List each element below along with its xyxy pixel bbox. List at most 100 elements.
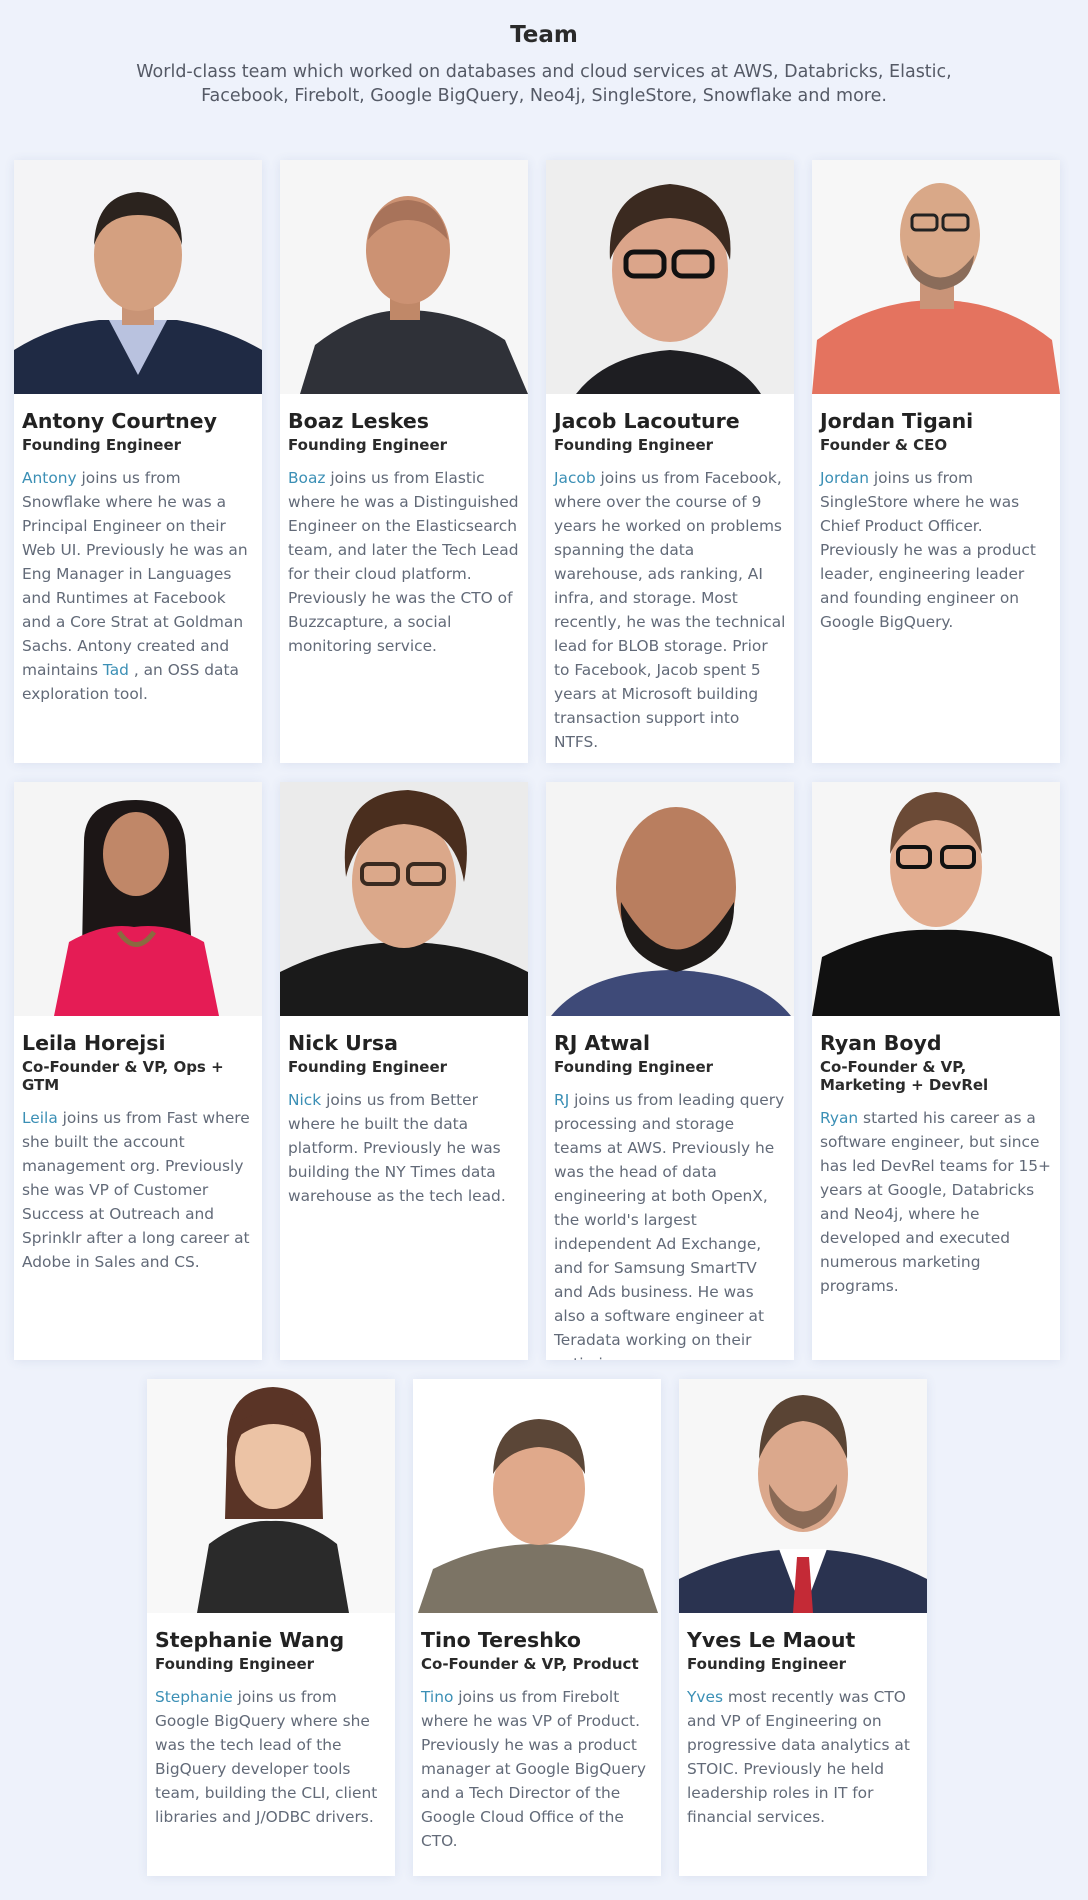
member-link[interactable]: Ryan xyxy=(820,1109,858,1127)
person-portrait-icon xyxy=(280,782,528,1016)
member-link[interactable]: Yves xyxy=(687,1688,723,1706)
member-card-nick: Nick Ursa Founding Engineer Nick joins u… xyxy=(280,782,528,1360)
member-role: Co-Founder & VP, Marketing + DevRel xyxy=(820,1058,989,1094)
person-portrait-icon xyxy=(14,782,262,1016)
member-role: Founding Engineer xyxy=(554,436,714,454)
member-info: Yves Le Maout Founding Engineer Yves mos… xyxy=(679,1613,927,1829)
member-bio-text: joins us from Facebook, where over the c… xyxy=(554,469,786,751)
member-card-tino: Tino Tereshko Co-Founder & VP, Product T… xyxy=(413,1379,661,1876)
member-link[interactable]: Tino xyxy=(421,1688,453,1706)
member-bio-text: joins us from Google BigQuery where she … xyxy=(155,1688,378,1826)
member-photo xyxy=(147,1379,395,1613)
member-bio: Ryan started his career as a software en… xyxy=(820,1106,1052,1298)
member-info: Boaz Leskes Founding Engineer Boaz joins… xyxy=(280,394,528,658)
member-role: Co-Founder & VP, Ops + GTM xyxy=(22,1058,224,1094)
member-link[interactable]: Stephanie xyxy=(155,1688,233,1706)
member-card-jacob: Jacob Lacouture Founding Engineer Jacob … xyxy=(546,160,794,763)
team-row: Antony Courtney Founding Engineer Antony… xyxy=(14,160,1074,763)
member-bio: Tino joins us from Firebolt where he was… xyxy=(421,1685,653,1853)
member-link[interactable]: Boaz xyxy=(288,469,326,487)
member-bio: Leila joins us from Fast where she built… xyxy=(22,1106,254,1274)
member-info: Leila Horejsi Co-Founder & VP, Ops + GTM… xyxy=(14,1016,262,1274)
member-role: Co-Founder & VP, Product xyxy=(421,1655,639,1673)
member-bio-text: joins us from leading query processing a… xyxy=(554,1091,785,1360)
page-subtitle: World-class team which worked on databas… xyxy=(136,62,952,106)
person-portrait-icon xyxy=(413,1379,661,1613)
member-role: Founder & CEO xyxy=(820,436,948,454)
member-info: Nick Ursa Founding Engineer Nick joins u… xyxy=(280,1016,528,1208)
member-info: Tino Tereshko Co-Founder & VP, Product T… xyxy=(413,1613,661,1853)
member-bio: Jordan joins us from SingleStore where h… xyxy=(820,466,1052,634)
member-name: Jordan Tigani xyxy=(820,409,974,433)
member-card-yves: Yves Le Maout Founding Engineer Yves mos… xyxy=(679,1379,927,1876)
member-bio-text: started his career as a software enginee… xyxy=(820,1109,1051,1295)
member-bio-text: most recently was CTO and VP of Engineer… xyxy=(687,1688,910,1826)
team-row: Leila Horejsi Co-Founder & VP, Ops + GTM… xyxy=(14,782,1074,1360)
person-portrait-icon xyxy=(546,782,794,1016)
member-info: Ryan Boyd Co-Founder & VP, Marketing + D… xyxy=(812,1016,1060,1298)
member-card-boaz: Boaz Leskes Founding Engineer Boaz joins… xyxy=(280,160,528,763)
member-link[interactable]: Nick xyxy=(288,1091,321,1109)
member-link[interactable]: RJ xyxy=(554,1091,569,1109)
member-bio: Boaz joins us from Elastic where he was … xyxy=(288,466,520,658)
member-role: Founding Engineer xyxy=(687,1655,847,1673)
page-title: Team xyxy=(510,22,578,48)
person-portrait-icon xyxy=(679,1379,927,1613)
person-portrait-icon xyxy=(280,160,528,394)
member-link[interactable]: Jordan xyxy=(820,469,869,487)
member-bio: Antony joins us from Snowflake where he … xyxy=(22,466,254,706)
member-bio: RJ joins us from leading query processin… xyxy=(554,1088,786,1360)
member-info: Antony Courtney Founding Engineer Antony… xyxy=(14,394,262,706)
member-photo xyxy=(14,782,262,1016)
member-card-jordan: Jordan Tigani Founder & CEO Jordan joins… xyxy=(812,160,1060,763)
member-photo xyxy=(812,160,1060,394)
member-name: Antony Courtney xyxy=(22,409,217,433)
member-info: RJ Atwal Founding Engineer RJ joins us f… xyxy=(546,1016,794,1360)
member-name: Jacob Lacouture xyxy=(554,409,740,433)
member-info: Jordan Tigani Founder & CEO Jordan joins… xyxy=(812,394,1060,634)
member-bio: Nick joins us from Better where he built… xyxy=(288,1088,520,1208)
member-card-antony: Antony Courtney Founding Engineer Antony… xyxy=(14,160,262,763)
member-photo xyxy=(413,1379,661,1613)
member-name: Boaz Leskes xyxy=(288,409,429,433)
member-role: Founding Engineer xyxy=(288,1058,448,1076)
member-bio-text: joins us from SingleStore where he was C… xyxy=(820,469,1036,631)
member-name: Ryan Boyd xyxy=(820,1031,942,1055)
person-portrait-icon xyxy=(14,160,262,394)
member-name: Yves Le Maout xyxy=(687,1628,856,1652)
member-card-stephanie: Stephanie Wang Founding Engineer Stephan… xyxy=(147,1379,395,1876)
member-photo xyxy=(546,160,794,394)
member-link[interactable]: Antony xyxy=(22,469,77,487)
member-role: Founding Engineer xyxy=(288,436,448,454)
tad-link[interactable]: Tad xyxy=(103,661,129,679)
member-bio-text: joins us from Firebolt where he was VP o… xyxy=(421,1688,646,1850)
member-name: RJ Atwal xyxy=(554,1031,651,1055)
member-name: Leila Horejsi xyxy=(22,1031,166,1055)
member-photo xyxy=(679,1379,927,1613)
member-bio-text: joins us from Fast where she built the a… xyxy=(22,1109,250,1271)
member-bio-text: joins us from Snowflake where he was a P… xyxy=(22,469,248,679)
person-portrait-icon xyxy=(812,782,1060,1016)
person-portrait-icon xyxy=(546,160,794,394)
member-link[interactable]: Jacob xyxy=(554,469,596,487)
person-portrait-icon xyxy=(147,1379,395,1613)
member-bio: Jacob joins us from Facebook, where over… xyxy=(554,466,786,754)
member-bio-text: joins us from Better where he built the … xyxy=(288,1091,506,1205)
member-info: Jacob Lacouture Founding Engineer Jacob … xyxy=(546,394,794,754)
member-role: Founding Engineer xyxy=(155,1655,315,1673)
member-info: Stephanie Wang Founding Engineer Stephan… xyxy=(147,1613,395,1829)
member-card-rj: RJ Atwal Founding Engineer RJ joins us f… xyxy=(546,782,794,1360)
member-bio: Yves most recently was CTO and VP of Eng… xyxy=(687,1685,919,1829)
member-bio-text: joins us from Elastic where he was a Dis… xyxy=(288,469,519,655)
team-header: Team World-class team which worked on da… xyxy=(0,0,1088,108)
member-photo xyxy=(14,160,262,394)
member-name: Stephanie Wang xyxy=(155,1628,345,1652)
team-row: Stephanie Wang Founding Engineer Stephan… xyxy=(147,1379,927,1876)
member-photo xyxy=(812,782,1060,1016)
member-card-leila: Leila Horejsi Co-Founder & VP, Ops + GTM… xyxy=(14,782,262,1360)
member-photo xyxy=(546,782,794,1016)
member-bio: Stephanie joins us from Google BigQuery … xyxy=(155,1685,387,1829)
member-photo xyxy=(280,160,528,394)
member-photo xyxy=(280,782,528,1016)
member-link[interactable]: Leila xyxy=(22,1109,58,1127)
